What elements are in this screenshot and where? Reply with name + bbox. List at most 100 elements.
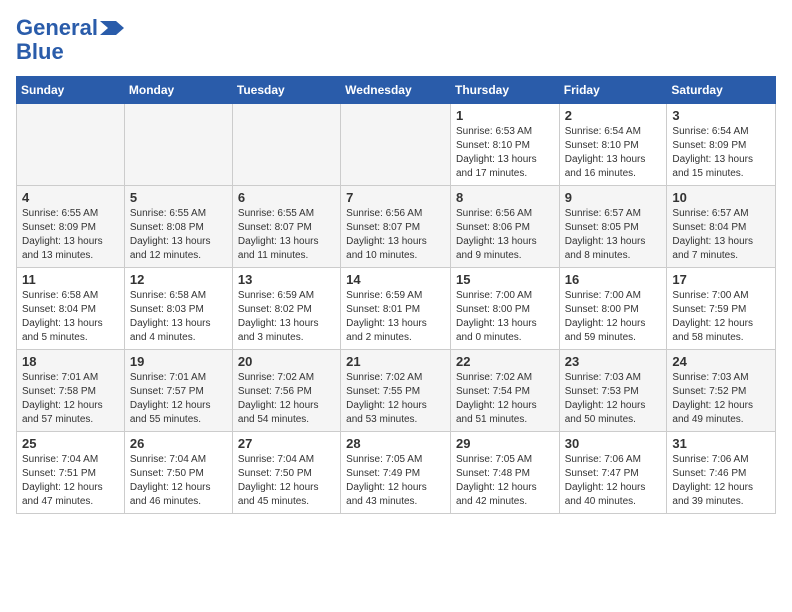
day-info: Sunrise: 6:54 AM Sunset: 8:10 PM Dayligh… xyxy=(565,125,662,181)
calendar-cell: 29 Sunrise: 7:05 AM Sunset: 7:48 PM Dayli… xyxy=(450,432,559,514)
day-number: 12 xyxy=(130,272,227,287)
day-info: Sunrise: 6:59 AM Sunset: 8:02 PM Dayligh… xyxy=(238,289,335,345)
day-number: 17 xyxy=(672,272,770,287)
day-number: 10 xyxy=(672,190,770,205)
day-info: Sunrise: 6:58 AM Sunset: 8:04 PM Dayligh… xyxy=(22,289,119,345)
logo-blue-text: Blue xyxy=(16,40,64,64)
weekday-header-row: SundayMondayTuesdayWednesdayThursdayFrid… xyxy=(17,77,776,104)
calendar-cell: 30 Sunrise: 7:06 AM Sunset: 7:47 PM Dayli… xyxy=(559,432,667,514)
calendar-cell: 31 Sunrise: 7:06 AM Sunset: 7:46 PM Dayli… xyxy=(667,432,776,514)
calendar-cell: 25Sunrise: 7:04 AM Sunset: 7:51 PM Dayli… xyxy=(17,432,125,514)
day-info: Sunrise: 6:55 AM Sunset: 8:09 PM Dayligh… xyxy=(22,207,119,263)
day-number: 2 xyxy=(565,108,662,123)
day-number: 22 xyxy=(456,354,554,369)
day-number: 7 xyxy=(346,190,445,205)
weekday-header: Sunday xyxy=(17,77,125,104)
day-number: 13 xyxy=(238,272,335,287)
page-header: General Blue xyxy=(16,16,776,64)
day-info: Sunrise: 7:00 AM Sunset: 8:00 PM Dayligh… xyxy=(456,289,554,345)
calendar-cell: 12 Sunrise: 6:58 AM Sunset: 8:03 PM Dayli… xyxy=(124,268,232,350)
calendar-cell xyxy=(232,104,340,186)
day-info: Sunrise: 7:03 AM Sunset: 7:53 PM Dayligh… xyxy=(565,371,662,427)
day-number: 29 xyxy=(456,436,554,451)
weekday-header: Tuesday xyxy=(232,77,340,104)
day-number: 19 xyxy=(130,354,227,369)
day-info: Sunrise: 6:57 AM Sunset: 8:05 PM Dayligh… xyxy=(565,207,662,263)
day-info: Sunrise: 6:57 AM Sunset: 8:04 PM Dayligh… xyxy=(672,207,770,263)
day-info: Sunrise: 7:02 AM Sunset: 7:55 PM Dayligh… xyxy=(346,371,445,427)
calendar-cell: 8Sunrise: 6:56 AM Sunset: 8:06 PM Daylig… xyxy=(450,186,559,268)
calendar-cell: 22 Sunrise: 7:02 AM Sunset: 7:54 PM Dayli… xyxy=(450,350,559,432)
day-info: Sunrise: 6:59 AM Sunset: 8:01 PM Dayligh… xyxy=(346,289,445,345)
day-number: 27 xyxy=(238,436,335,451)
calendar-cell: 10 Sunrise: 6:57 AM Sunset: 8:04 PM Dayli… xyxy=(667,186,776,268)
day-info: Sunrise: 7:04 AM Sunset: 7:51 PM Dayligh… xyxy=(22,453,119,509)
calendar-cell: 13 Sunrise: 6:59 AM Sunset: 8:02 PM Dayli… xyxy=(232,268,340,350)
calendar-cell: 17 Sunrise: 7:00 AM Sunset: 7:59 PM Dayli… xyxy=(667,268,776,350)
day-number: 9 xyxy=(565,190,662,205)
calendar-table: SundayMondayTuesdayWednesdayThursdayFrid… xyxy=(16,76,776,514)
day-info: Sunrise: 6:55 AM Sunset: 8:07 PM Dayligh… xyxy=(238,207,335,263)
day-number: 14 xyxy=(346,272,445,287)
weekday-header: Wednesday xyxy=(341,77,451,104)
calendar-cell: 24 Sunrise: 7:03 AM Sunset: 7:52 PM Dayli… xyxy=(667,350,776,432)
logo-arrow-icon xyxy=(100,21,124,35)
calendar-cell: 6 Sunrise: 6:55 AM Sunset: 8:07 PM Daylig… xyxy=(232,186,340,268)
day-number: 4 xyxy=(22,190,119,205)
calendar-cell: 19 Sunrise: 7:01 AM Sunset: 7:57 PM Dayli… xyxy=(124,350,232,432)
calendar-week-row: 25Sunrise: 7:04 AM Sunset: 7:51 PM Dayli… xyxy=(17,432,776,514)
day-info: Sunrise: 7:04 AM Sunset: 7:50 PM Dayligh… xyxy=(130,453,227,509)
day-info: Sunrise: 7:00 AM Sunset: 8:00 PM Dayligh… xyxy=(565,289,662,345)
calendar-cell: 2 Sunrise: 6:54 AM Sunset: 8:10 PM Daylig… xyxy=(559,104,667,186)
day-number: 8 xyxy=(456,190,554,205)
day-info: Sunrise: 6:58 AM Sunset: 8:03 PM Dayligh… xyxy=(130,289,227,345)
day-number: 18 xyxy=(22,354,119,369)
calendar-week-row: 11Sunrise: 6:58 AM Sunset: 8:04 PM Dayli… xyxy=(17,268,776,350)
day-number: 21 xyxy=(346,354,445,369)
day-number: 16 xyxy=(565,272,662,287)
calendar-cell: 15 Sunrise: 7:00 AM Sunset: 8:00 PM Dayli… xyxy=(450,268,559,350)
weekday-header: Saturday xyxy=(667,77,776,104)
day-number: 3 xyxy=(672,108,770,123)
day-info: Sunrise: 6:56 AM Sunset: 8:07 PM Dayligh… xyxy=(346,207,445,263)
day-number: 24 xyxy=(672,354,770,369)
calendar-cell: 20 Sunrise: 7:02 AM Sunset: 7:56 PM Dayli… xyxy=(232,350,340,432)
calendar-cell: 7 Sunrise: 6:56 AM Sunset: 8:07 PM Daylig… xyxy=(341,186,451,268)
logo: General Blue xyxy=(16,16,124,64)
calendar-cell: 3Sunrise: 6:54 AM Sunset: 8:09 PM Daylig… xyxy=(667,104,776,186)
day-info: Sunrise: 7:02 AM Sunset: 7:54 PM Dayligh… xyxy=(456,371,554,427)
day-number: 26 xyxy=(130,436,227,451)
calendar-cell: 21 Sunrise: 7:02 AM Sunset: 7:55 PM Dayli… xyxy=(341,350,451,432)
day-number: 20 xyxy=(238,354,335,369)
day-info: Sunrise: 7:03 AM Sunset: 7:52 PM Dayligh… xyxy=(672,371,770,427)
calendar-cell: 23 Sunrise: 7:03 AM Sunset: 7:53 PM Dayli… xyxy=(559,350,667,432)
day-number: 30 xyxy=(565,436,662,451)
day-info: Sunrise: 7:00 AM Sunset: 7:59 PM Dayligh… xyxy=(672,289,770,345)
day-number: 1 xyxy=(456,108,554,123)
day-number: 23 xyxy=(565,354,662,369)
day-info: Sunrise: 6:53 AM Sunset: 8:10 PM Dayligh… xyxy=(456,125,554,181)
day-info: Sunrise: 7:01 AM Sunset: 7:57 PM Dayligh… xyxy=(130,371,227,427)
day-info: Sunrise: 7:05 AM Sunset: 7:49 PM Dayligh… xyxy=(346,453,445,509)
day-info: Sunrise: 7:01 AM Sunset: 7:58 PM Dayligh… xyxy=(22,371,119,427)
day-info: Sunrise: 7:05 AM Sunset: 7:48 PM Dayligh… xyxy=(456,453,554,509)
logo-text: General xyxy=(16,16,98,40)
day-number: 31 xyxy=(672,436,770,451)
calendar-cell: 9 Sunrise: 6:57 AM Sunset: 8:05 PM Daylig… xyxy=(559,186,667,268)
calendar-cell: 5 Sunrise: 6:55 AM Sunset: 8:08 PM Daylig… xyxy=(124,186,232,268)
weekday-header: Thursday xyxy=(450,77,559,104)
day-number: 6 xyxy=(238,190,335,205)
day-number: 15 xyxy=(456,272,554,287)
day-number: 5 xyxy=(130,190,227,205)
day-info: Sunrise: 6:55 AM Sunset: 8:08 PM Dayligh… xyxy=(130,207,227,263)
calendar-cell: 18 Sunrise: 7:01 AM Sunset: 7:58 PM Dayli… xyxy=(17,350,125,432)
calendar-cell: 1 Sunrise: 6:53 AM Sunset: 8:10 PM Daylig… xyxy=(450,104,559,186)
weekday-header: Monday xyxy=(124,77,232,104)
day-info: Sunrise: 7:06 AM Sunset: 7:46 PM Dayligh… xyxy=(672,453,770,509)
calendar-cell: 16 Sunrise: 7:00 AM Sunset: 8:00 PM Dayli… xyxy=(559,268,667,350)
day-info: Sunrise: 7:02 AM Sunset: 7:56 PM Dayligh… xyxy=(238,371,335,427)
day-info: Sunrise: 7:06 AM Sunset: 7:47 PM Dayligh… xyxy=(565,453,662,509)
calendar-week-row: 4 Sunrise: 6:55 AM Sunset: 8:09 PM Daylig… xyxy=(17,186,776,268)
calendar-cell: 4 Sunrise: 6:55 AM Sunset: 8:09 PM Daylig… xyxy=(17,186,125,268)
calendar-cell: 27Sunrise: 7:04 AM Sunset: 7:50 PM Dayli… xyxy=(232,432,340,514)
